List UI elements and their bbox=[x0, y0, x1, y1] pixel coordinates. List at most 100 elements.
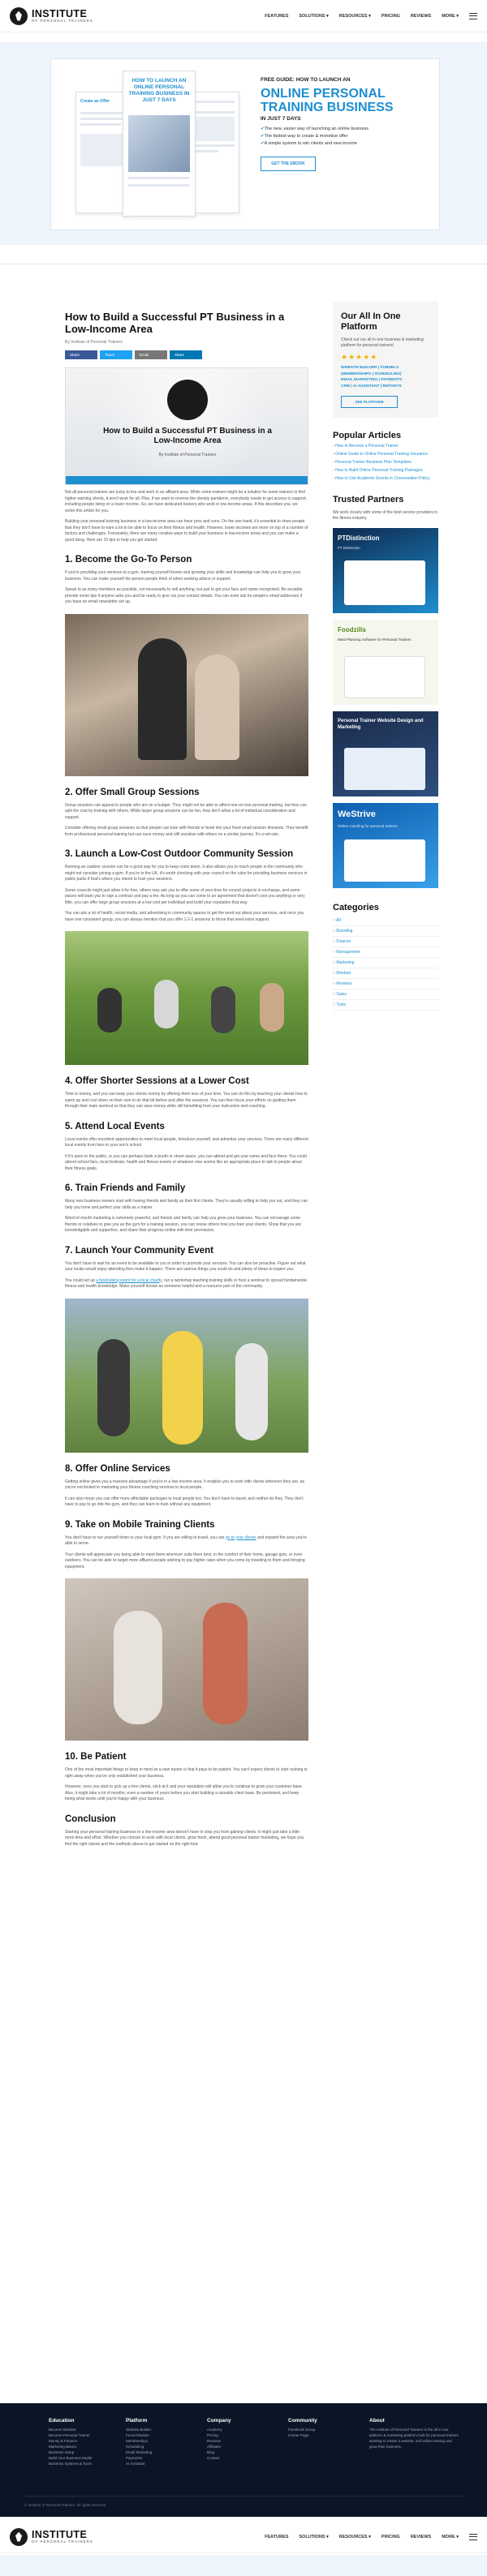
partner-ad-foodzilla[interactable]: Foodzilla Meal Planning Software for Per… bbox=[333, 620, 438, 705]
section-heading: 6. Train Friends and Family bbox=[65, 1183, 186, 1193]
hero-title: How to Build a Successful PT Business in… bbox=[103, 427, 272, 445]
site-footer: Education Become Mindset Become Personal… bbox=[0, 2403, 487, 2517]
feature-item: CRM | AI ASSISTANT | REPORTS bbox=[341, 384, 402, 389]
nav-reviews[interactable]: REVIEWS bbox=[411, 2535, 431, 2540]
section-paragraph: You could set up a fundraising event for… bbox=[65, 1278, 308, 1290]
section-paragraph: If you're providing your services at a g… bbox=[65, 570, 301, 582]
nav-solutions[interactable]: SOLUTIONS ▾ bbox=[299, 14, 328, 19]
site-logo[interactable]: INSTITUTE OF PERSONAL TRAINERS bbox=[10, 2527, 93, 2546]
article-meta: By Institute of Personal Trainers bbox=[65, 340, 123, 345]
menu-icon[interactable] bbox=[469, 2533, 477, 2540]
menu-icon[interactable] bbox=[469, 12, 477, 19]
category-link[interactable]: Branding bbox=[333, 926, 438, 937]
category-link[interactable]: Finance bbox=[333, 937, 438, 947]
partner-ad-website-design[interactable]: Personal Trainer Website Design and Mark… bbox=[333, 711, 438, 796]
nav-pricing[interactable]: PRICING bbox=[381, 14, 400, 19]
footer-link[interactable]: Money & Finance bbox=[49, 2438, 122, 2444]
sidebar: Our All In One Platform Check out our al… bbox=[333, 302, 438, 1011]
section-paragraph: Group sessions can appeal to people who … bbox=[65, 802, 308, 820]
nav-features[interactable]: FEATURES bbox=[265, 2535, 288, 2540]
logo-text: INSTITUTE bbox=[32, 7, 88, 19]
section-heading: 7. Launch Your Community Event bbox=[65, 1245, 213, 1256]
hero-byline: By Institute of Personal Trainers bbox=[158, 453, 217, 457]
nav-reviews[interactable]: REVIEWS bbox=[411, 14, 431, 19]
section-paragraph: If it's open to the public, or you can p… bbox=[65, 1153, 307, 1171]
footer-link[interactable]: Pricing bbox=[207, 2432, 280, 2438]
footer-link[interactable]: Become Personal Trainer bbox=[49, 2432, 122, 2438]
footer-link[interactable]: Blog bbox=[207, 2449, 280, 2455]
get-ebook-button[interactable]: GET THE EBOOK bbox=[261, 157, 316, 171]
share-twitter-button[interactable]: Tweet bbox=[100, 350, 132, 359]
footer-link[interactable]: Contact bbox=[207, 2455, 280, 2461]
footer-link[interactable]: Memberships bbox=[126, 2438, 199, 2444]
footer-link[interactable]: Academy bbox=[207, 2427, 280, 2432]
charity-event-link[interactable]: a fundraising event for a local charity bbox=[96, 1278, 162, 1283]
nav-pricing[interactable]: PRICING bbox=[381, 2535, 400, 2540]
section-paragraph: Getting online gives you a massive advan… bbox=[65, 1479, 304, 1491]
partner-ad-westrive[interactable]: WeStrive Online coaching for personal tr… bbox=[333, 803, 438, 888]
category-link[interactable]: All bbox=[333, 916, 438, 926]
footer-link[interactable]: Build Your Business Model bbox=[49, 2455, 122, 2461]
platform-text: Check out our all in one business & mark… bbox=[341, 337, 424, 348]
nav-solutions[interactable]: SOLUTIONS ▾ bbox=[299, 2535, 328, 2540]
footer-link[interactable]: Career Page bbox=[288, 2432, 361, 2438]
popular-article-link[interactable]: How to Build Online Personal Training Pa… bbox=[333, 468, 438, 474]
footer-heading: About bbox=[369, 2418, 385, 2424]
footer-link[interactable]: Business Setup bbox=[49, 2449, 122, 2455]
nav-resources[interactable]: RESOURCES ▾ bbox=[339, 2535, 371, 2540]
nav-features[interactable]: FEATURES bbox=[265, 14, 288, 19]
banner-subtitle: IN JUST 7 DAYS bbox=[261, 116, 301, 122]
popular-article-link[interactable]: How to Become a Personal Trainer bbox=[333, 444, 438, 449]
footer-link[interactable]: Become Mindset bbox=[49, 2427, 122, 2432]
ebook-banner: Create an Offer HOW TO LAUNCH AN ONLINE … bbox=[0, 42, 487, 245]
partner-ad-ptdistinction[interactable]: PTDistinction PT Distinction bbox=[333, 528, 438, 613]
footer-link[interactable]: Reviews bbox=[207, 2438, 280, 2444]
hero-logo-icon bbox=[167, 380, 208, 420]
popular-article-link[interactable]: Personal Trainer Business Plan Templates bbox=[333, 460, 438, 466]
nav-resources[interactable]: RESOURCES ▾ bbox=[339, 14, 371, 19]
footer-link[interactable]: Funnel Builder bbox=[126, 2432, 199, 2438]
footer-link[interactable]: Affiliates bbox=[207, 2444, 280, 2449]
section-paragraph: Your clients will appreciate you being a… bbox=[65, 1552, 305, 1569]
section-paragraph: Consider offering small group sessions s… bbox=[65, 826, 308, 837]
nav-more[interactable]: MORE ▾ bbox=[442, 14, 459, 19]
go-to-clients-link[interactable]: go to your clients bbox=[226, 1535, 256, 1540]
popular-article-link[interactable]: How to Use Academic Events in Conversati… bbox=[333, 476, 438, 482]
category-link[interactable]: Tools bbox=[333, 1000, 438, 1011]
section-heading: 1. Become the Go-To Person bbox=[65, 555, 192, 565]
nav-more[interactable]: MORE ▾ bbox=[442, 2535, 459, 2540]
popular-article-link[interactable]: Online Guide to Online Personal Training… bbox=[333, 452, 438, 457]
see-platform-button[interactable]: SEE PLATFORM bbox=[341, 396, 398, 408]
category-link[interactable]: Mindset bbox=[333, 968, 438, 979]
footer-link[interactable]: Scheduling bbox=[126, 2444, 199, 2449]
footer-link[interactable]: Payments bbox=[126, 2455, 199, 2461]
category-link[interactable]: Reviews bbox=[333, 979, 438, 990]
share-linkedin-button[interactable]: Share bbox=[170, 350, 202, 359]
section-paragraph: Running an outdoor session can be a good… bbox=[65, 865, 308, 882]
feature-item: EMAIL MARKETING | PAYMENTS bbox=[341, 378, 403, 382]
logo-icon bbox=[10, 2527, 28, 2546]
section-heading: 2. Offer Small Group Sessions bbox=[65, 787, 200, 797]
category-link[interactable]: Marketing bbox=[333, 958, 438, 968]
check-item: The fastest way to create & monetise off… bbox=[261, 133, 368, 140]
section-paragraph: Many new business owners start with havi… bbox=[65, 1199, 308, 1210]
gym-trainer-photo bbox=[65, 613, 308, 776]
footer-link[interactable]: Email Marketing bbox=[126, 2449, 199, 2455]
share-facebook-button[interactable]: Share bbox=[65, 350, 97, 359]
check-item: The new, easier way of launching an onli… bbox=[261, 126, 368, 133]
footer-link[interactable]: AI Assistant bbox=[126, 2461, 199, 2467]
section-paragraph: You don't have to wait for an event to b… bbox=[65, 1260, 306, 1273]
footer-link[interactable]: Website Builder bbox=[126, 2427, 199, 2432]
section-paragraph: Some councils might just allow it for fr… bbox=[65, 887, 305, 905]
footer-link[interactable]: Facebook Group bbox=[288, 2427, 361, 2432]
platform-box: Our All In One Platform Check out our al… bbox=[333, 302, 438, 418]
category-link[interactable]: Sales bbox=[333, 990, 438, 1000]
banner-title: ONLINE PERSONAL TRAINING BUSINESS bbox=[261, 87, 394, 114]
footer-link[interactable]: Marketing Basics bbox=[49, 2444, 122, 2449]
paragraph-text: You don't have to run yourself down to y… bbox=[65, 1535, 226, 1540]
footer-link[interactable]: Business Systems & Tools bbox=[49, 2461, 122, 2467]
article: How to Build a Successful PT Business in… bbox=[65, 311, 308, 1848]
category-link[interactable]: Management bbox=[333, 947, 438, 958]
share-email-button[interactable]: Email bbox=[135, 350, 167, 359]
site-logo[interactable]: INSTITUTE OF PERSONAL TRAINERS bbox=[10, 6, 93, 25]
